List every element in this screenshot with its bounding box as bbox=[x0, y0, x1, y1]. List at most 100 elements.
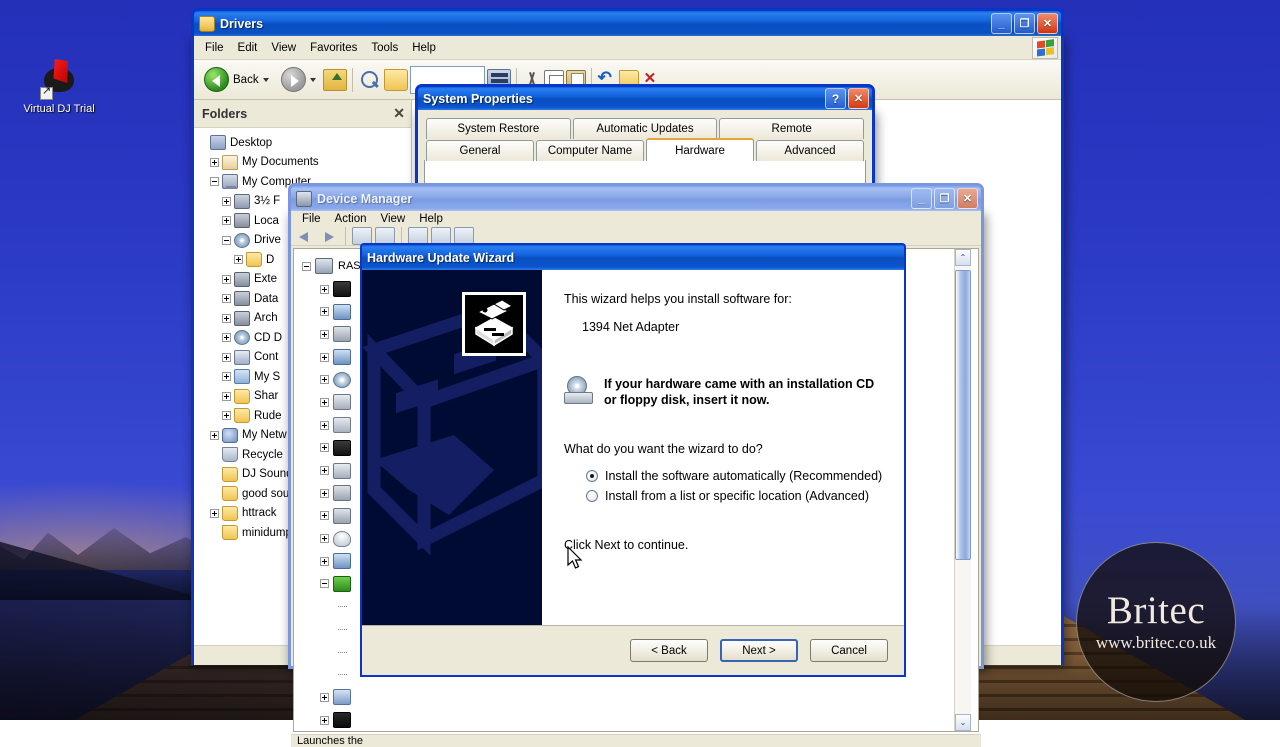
chevron-down-icon[interactable] bbox=[310, 78, 316, 82]
menu-view[interactable]: View bbox=[374, 211, 413, 227]
device-tree-scrollbar[interactable]: ⌃ ⌄ bbox=[954, 249, 971, 731]
maximize-button[interactable]: ❐ bbox=[934, 188, 955, 209]
menu-help[interactable]: Help bbox=[405, 40, 443, 56]
expand-icon[interactable] bbox=[320, 398, 329, 407]
wizard-option-1[interactable]: Install the software automatically (Reco… bbox=[586, 466, 886, 486]
expand-icon[interactable] bbox=[320, 353, 329, 362]
close-button[interactable]: ✕ bbox=[957, 188, 978, 209]
window-controls[interactable]: _ ❐ ✕ bbox=[991, 13, 1058, 34]
expand-icon[interactable] bbox=[222, 294, 231, 303]
next-button[interactable]: Next > bbox=[720, 639, 798, 662]
expand-icon[interactable] bbox=[320, 421, 329, 430]
expand-icon[interactable] bbox=[320, 534, 329, 543]
minimize-button[interactable]: _ bbox=[991, 13, 1012, 34]
folder-tree-item[interactable]: My Documents bbox=[198, 153, 411, 173]
cancel-button[interactable]: Cancel bbox=[810, 639, 888, 662]
device-tree-item[interactable] bbox=[302, 686, 954, 709]
up-button-icon[interactable] bbox=[323, 69, 347, 91]
collapse-icon[interactable] bbox=[222, 236, 231, 245]
back-button[interactable]: Back bbox=[199, 64, 274, 95]
scroll-up-button[interactable]: ⌃ bbox=[955, 249, 971, 266]
menu-action[interactable]: Action bbox=[328, 211, 374, 227]
expand-icon[interactable] bbox=[222, 372, 231, 381]
expand-icon[interactable] bbox=[222, 411, 231, 420]
titlebar-wizard[interactable]: Hardware Update Wizard bbox=[360, 243, 906, 270]
scroll-down-button[interactable]: ⌄ bbox=[955, 714, 971, 731]
back-button[interactable]: < Back bbox=[630, 639, 708, 662]
expand-icon[interactable] bbox=[222, 392, 231, 401]
expand-icon[interactable] bbox=[320, 693, 329, 702]
expand-icon[interactable] bbox=[320, 466, 329, 475]
expand-icon[interactable] bbox=[210, 509, 219, 518]
menu-view[interactable]: View bbox=[264, 40, 303, 56]
tab-general[interactable]: General bbox=[426, 140, 534, 161]
tabstrip-row-1[interactable]: System RestoreAutomatic UpdatesRemote bbox=[424, 118, 866, 139]
folder-tree-item[interactable]: Desktop bbox=[198, 133, 411, 153]
explorer-menubar[interactable]: File Edit View Favorites Tools Help bbox=[194, 37, 447, 58]
expand-icon[interactable] bbox=[210, 431, 219, 440]
expand-icon[interactable] bbox=[320, 716, 329, 725]
collapse-icon[interactable] bbox=[320, 579, 329, 588]
menu-file[interactable]: File bbox=[198, 40, 231, 56]
scroll-thumb[interactable] bbox=[955, 270, 971, 560]
expand-icon[interactable] bbox=[320, 285, 329, 294]
chevron-down-icon[interactable] bbox=[263, 78, 269, 82]
tab-advanced[interactable]: Advanced bbox=[756, 140, 864, 161]
help-button[interactable]: ? bbox=[825, 88, 846, 109]
tab-hardware[interactable]: Hardware bbox=[646, 138, 754, 161]
menu-favorites[interactable]: Favorites bbox=[303, 40, 364, 56]
expand-icon[interactable] bbox=[222, 216, 231, 225]
folders-icon[interactable] bbox=[384, 69, 408, 91]
tab-computer-name[interactable]: Computer Name bbox=[536, 140, 644, 161]
window-controls[interactable]: ? ✕ bbox=[825, 88, 869, 109]
expand-icon[interactable] bbox=[222, 353, 231, 362]
menu-help[interactable]: Help bbox=[412, 211, 450, 227]
expand-icon[interactable] bbox=[222, 314, 231, 323]
collapse-icon[interactable] bbox=[302, 262, 311, 271]
expand-icon[interactable] bbox=[320, 511, 329, 520]
expand-icon[interactable] bbox=[222, 333, 231, 342]
desktop-icon-virtual-dj-trial[interactable]: Virtual DJ Trial bbox=[14, 58, 104, 116]
expand-icon[interactable] bbox=[320, 375, 329, 384]
tabstrip-row-2[interactable]: GeneralComputer NameHardwareAdvanced bbox=[424, 140, 866, 161]
radio-button[interactable] bbox=[586, 490, 598, 502]
expand-icon[interactable] bbox=[222, 197, 231, 206]
minimize-button[interactable]: _ bbox=[911, 188, 932, 209]
wizard-options-group[interactable]: Install the software automatically (Reco… bbox=[586, 466, 886, 506]
titlebar-drivers[interactable]: Drivers _ ❐ ✕ bbox=[191, 8, 1064, 36]
wizard-option-2[interactable]: Install from a list or specific location… bbox=[586, 486, 886, 506]
tab-remote[interactable]: Remote bbox=[719, 118, 864, 139]
expand-icon[interactable] bbox=[320, 557, 329, 566]
device-manager-menubar[interactable]: File Action View Help bbox=[291, 211, 981, 227]
expand-icon[interactable] bbox=[320, 330, 329, 339]
forward-button[interactable] bbox=[319, 227, 339, 245]
scroll-track[interactable] bbox=[955, 266, 971, 714]
expand-icon[interactable] bbox=[222, 275, 231, 284]
expand-icon[interactable] bbox=[210, 158, 219, 167]
tab-system-restore[interactable]: System Restore bbox=[426, 118, 571, 139]
maximize-button[interactable]: ❐ bbox=[1014, 13, 1035, 34]
wizard-button-bar[interactable]: < Back Next > Cancel bbox=[362, 625, 904, 675]
close-button[interactable]: ✕ bbox=[848, 88, 869, 109]
titlebar-system-properties[interactable]: System Properties ? ✕ bbox=[415, 84, 875, 110]
titlebar-device-manager[interactable]: Device Manager _ ❐ ✕ bbox=[288, 183, 984, 211]
close-icon[interactable]: ✕ bbox=[393, 105, 405, 122]
expand-icon[interactable] bbox=[320, 443, 329, 452]
menu-tools[interactable]: Tools bbox=[364, 40, 405, 56]
folder-icon bbox=[246, 252, 262, 267]
window-controls[interactable]: _ ❐ ✕ bbox=[911, 188, 978, 209]
window-hardware-update-wizard[interactable]: Hardware Update Wizard bbox=[360, 243, 906, 671]
expand-icon[interactable] bbox=[234, 255, 243, 264]
collapse-icon[interactable] bbox=[210, 177, 219, 186]
expand-icon[interactable] bbox=[320, 307, 329, 316]
device-tree-item[interactable] bbox=[302, 709, 954, 732]
menu-file[interactable]: File bbox=[295, 211, 328, 227]
expand-icon[interactable] bbox=[320, 489, 329, 498]
close-button[interactable]: ✕ bbox=[1037, 13, 1058, 34]
menu-edit[interactable]: Edit bbox=[231, 40, 265, 56]
back-button[interactable] bbox=[296, 227, 316, 245]
radio-button[interactable] bbox=[586, 470, 598, 482]
forward-button[interactable] bbox=[276, 64, 321, 95]
search-icon[interactable] bbox=[358, 69, 382, 91]
tab-automatic-updates[interactable]: Automatic Updates bbox=[573, 118, 718, 139]
